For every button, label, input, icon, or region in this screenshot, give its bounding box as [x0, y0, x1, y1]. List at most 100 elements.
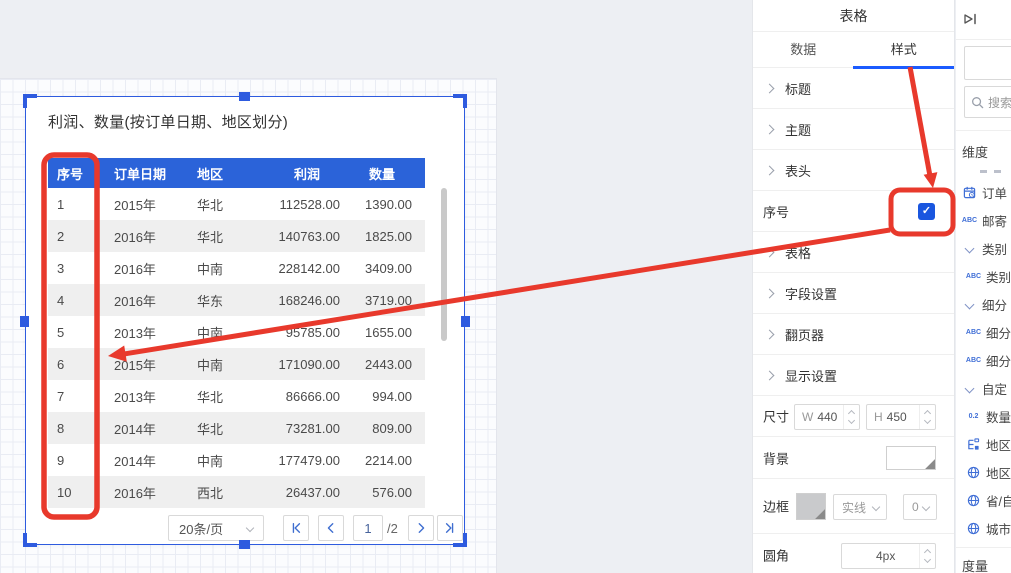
table-cell: 3	[48, 261, 95, 276]
table-cell: 西北	[180, 483, 270, 502]
table-cell: 2014年	[95, 419, 180, 438]
width-input[interactable]: W 440	[794, 404, 860, 430]
col-header-qty: 数量	[345, 164, 425, 183]
tab-style[interactable]: 样式	[854, 32, 955, 67]
section-title[interactable]: 标题	[753, 68, 954, 109]
chevron-down-icon	[872, 503, 880, 511]
corner-radius-input[interactable]: 4px	[841, 543, 936, 569]
field-item-自定[interactable]: 自定	[956, 374, 1011, 402]
table-cell: 中南	[180, 259, 270, 278]
field-item-地区[interactable]: 地区	[956, 430, 1011, 458]
page-number-input[interactable]: 1	[353, 515, 383, 541]
chevron-right-icon	[765, 370, 775, 380]
field-item-类别[interactable]: 类别	[956, 234, 1011, 262]
spinner-arrows[interactable]	[919, 544, 935, 568]
dimension-field-list: 订单ABC邮寄类别ABC类别细分ABC细分ABC细分自定0.2数量地区地区省/自…	[956, 178, 1011, 542]
last-page-button[interactable]	[437, 515, 463, 541]
section-display-settings[interactable]: 显示设置	[753, 355, 954, 396]
height-input[interactable]: H 450	[866, 404, 936, 430]
chevron-right-icon	[765, 288, 775, 298]
section-table[interactable]: 表格	[753, 232, 954, 273]
section-field-settings[interactable]: 字段设置	[753, 273, 954, 314]
table-row: 72013年华北86666.00994.00	[48, 380, 425, 412]
table-cell: 华东	[180, 291, 270, 310]
table-widget-card[interactable]: 利润、数量(按订单日期、地区划分) 序号 订单日期 地区 利润 数量 12015…	[25, 96, 465, 545]
field-item-细分[interactable]: ABC细分	[956, 318, 1011, 346]
table-cell: 2443.00	[345, 357, 425, 372]
field-item-城市[interactable]: 城市	[956, 514, 1011, 542]
background-row: 背景	[753, 437, 954, 479]
text-field-icon: ABC	[965, 329, 982, 336]
table-row: 82014年华北73281.00809.00	[48, 412, 425, 444]
table-cell: 994.00	[345, 389, 425, 404]
table-cell: 7	[48, 389, 95, 404]
table-row: 12015年华北112528.001390.00	[48, 188, 425, 220]
table-cell: 1	[48, 197, 95, 212]
data-table: 序号 订单日期 地区 利润 数量 12015年华北112528.001390.0…	[48, 158, 425, 508]
table-cell: 1390.00	[345, 197, 425, 212]
chevron-down-icon	[961, 385, 978, 392]
tab-data[interactable]: 数据	[753, 32, 854, 67]
collapse-panel-button[interactable]	[962, 11, 978, 32]
field-search-box[interactable]: 搜索	[964, 86, 1011, 118]
field-item-类别[interactable]: ABC类别	[956, 262, 1011, 290]
section-theme[interactable]: 主题	[753, 109, 954, 150]
table-cell: 2214.00	[345, 453, 425, 468]
index-column-checkbox[interactable]: ✓	[918, 203, 935, 220]
background-color-swatch[interactable]	[886, 446, 936, 470]
table-cell: 中南	[180, 355, 270, 374]
section-pager[interactable]: 翻页器	[753, 314, 954, 355]
dataset-select[interactable]	[964, 46, 1011, 80]
table-row: 42016年华东168246.003719.00	[48, 284, 425, 316]
border-style-select[interactable]: 实线	[833, 494, 887, 520]
search-icon	[971, 96, 984, 109]
field-label: 细分	[982, 295, 1007, 314]
date-field-icon	[961, 186, 978, 199]
table-cell: 中南	[180, 451, 270, 470]
field-item-省/自[interactable]: 省/自	[956, 486, 1011, 514]
page-size-value: 20条/页	[179, 519, 223, 538]
prev-page-button[interactable]	[318, 515, 344, 541]
next-page-icon	[415, 522, 427, 534]
table-cell: 华北	[180, 419, 270, 438]
border-color-swatch[interactable]	[796, 493, 826, 520]
field-item-细分[interactable]: 细分	[956, 290, 1011, 318]
spinner-arrows[interactable]	[843, 405, 859, 429]
chevron-right-icon	[765, 124, 775, 134]
table-cell: 2016年	[95, 259, 180, 278]
field-item-细分[interactable]: ABC细分	[956, 346, 1011, 374]
table-cell: 2014年	[95, 451, 180, 470]
table-scrollbar[interactable]	[441, 188, 447, 341]
field-item-订单[interactable]: 订单	[956, 178, 1011, 206]
table-cell: 8	[48, 421, 95, 436]
field-label: 细分	[986, 351, 1011, 370]
table-cell: 86666.00	[270, 389, 345, 404]
table-cell: 112528.00	[270, 197, 345, 212]
table-cell: 171090.00	[270, 357, 345, 372]
table-row: 92014年中南177479.002214.00	[48, 444, 425, 476]
first-page-button[interactable]	[283, 515, 309, 541]
table-cell: 2	[48, 229, 95, 244]
table-body: 12015年华北112528.001390.0022016年华北140763.0…	[48, 188, 425, 508]
border-width-select[interactable]: 0	[903, 494, 937, 520]
field-item-地区[interactable]: 地区	[956, 458, 1011, 486]
table-cell: 2015年	[95, 195, 180, 214]
next-page-button[interactable]	[408, 515, 434, 541]
table-cell: 228142.00	[270, 261, 345, 276]
panel-tabs: 数据 样式	[753, 32, 954, 68]
corner-radius-value: 4px	[876, 549, 895, 563]
geo-field-icon	[965, 466, 982, 479]
field-item-邮寄[interactable]: ABC邮寄	[956, 206, 1011, 234]
field-label: 数量	[986, 407, 1011, 426]
collapse-panel-icon	[962, 11, 978, 27]
spinner-arrows[interactable]	[919, 405, 935, 429]
widget-title: 利润、数量(按订单日期、地区划分)	[48, 111, 288, 132]
page-size-select[interactable]: 20条/页	[168, 515, 264, 541]
prev-page-icon	[325, 522, 337, 534]
section-table-header[interactable]: 表头	[753, 150, 954, 191]
table-cell: 2013年	[95, 387, 180, 406]
field-label: 类别	[986, 267, 1011, 286]
field-item-数量[interactable]: 0.2数量	[956, 402, 1011, 430]
chevron-down-icon	[922, 503, 930, 511]
table-cell: 177479.00	[270, 453, 345, 468]
